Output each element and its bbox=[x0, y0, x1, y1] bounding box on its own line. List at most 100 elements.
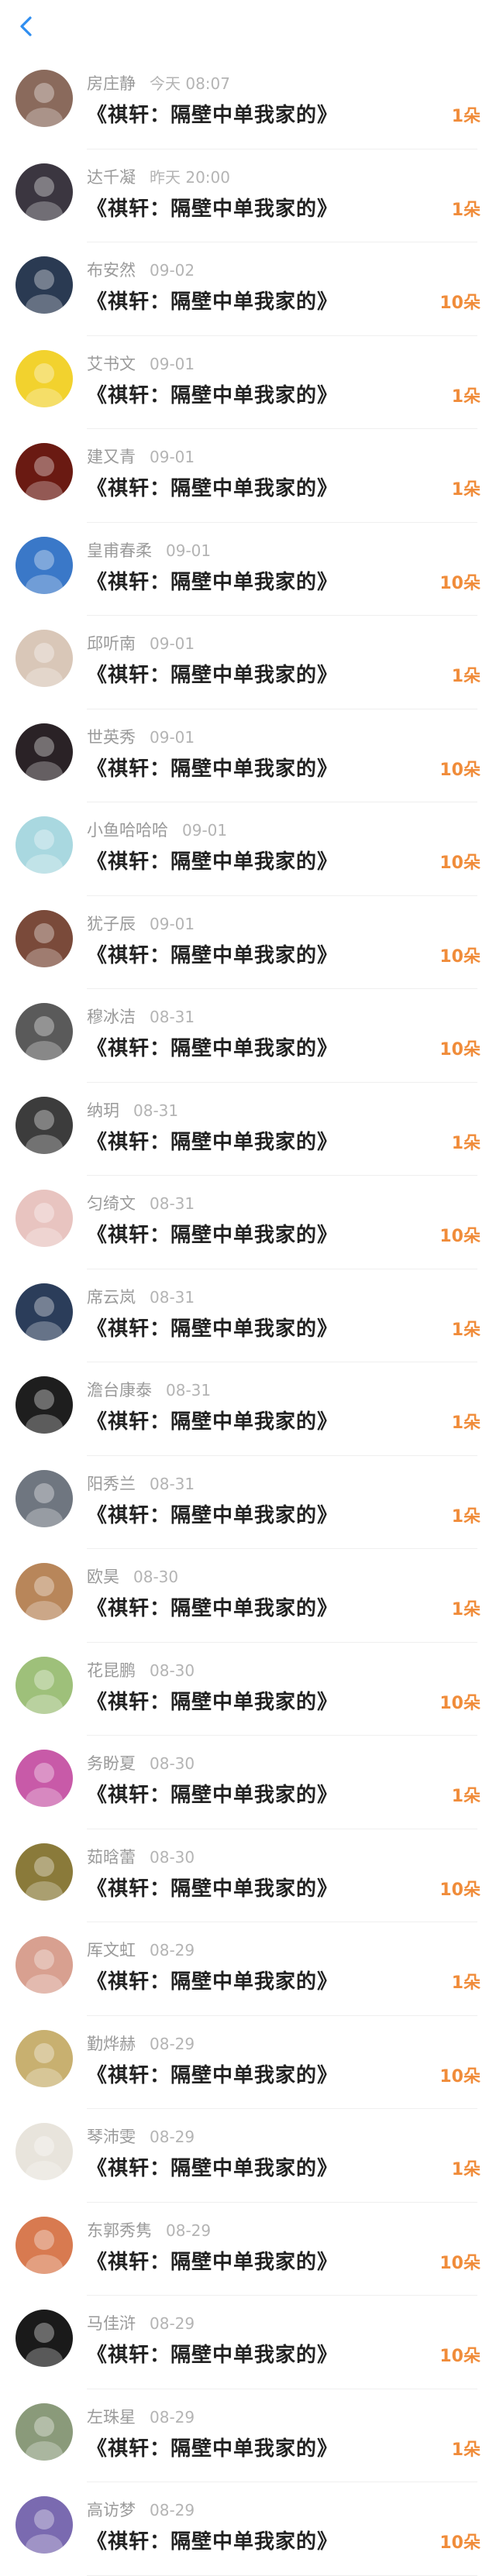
timestamp: 08-31 bbox=[166, 1381, 212, 1400]
avatar[interactable] bbox=[16, 536, 73, 594]
list-item[interactable]: 高访梦 08-29 《祺轩：隔壁中单我家的》 10朵 bbox=[0, 2482, 496, 2576]
sender-name: 邱听南 bbox=[87, 634, 136, 653]
avatar[interactable] bbox=[16, 1469, 73, 1527]
list-item[interactable]: 小鱼哈哈哈 09-01 《祺轩：隔壁中单我家的》 10朵 bbox=[0, 802, 496, 896]
avatar[interactable] bbox=[16, 256, 73, 314]
list-item[interactable]: 席云岚 08-31 《祺轩：隔壁中单我家的》 1朵 bbox=[0, 1269, 496, 1363]
list-item[interactable]: 阳秀兰 08-31 《祺轩：隔壁中单我家的》 1朵 bbox=[0, 1456, 496, 1550]
avatar[interactable] bbox=[16, 349, 73, 407]
timestamp: 08-29 bbox=[150, 2314, 195, 2333]
flower-count: 10朵 bbox=[439, 1693, 480, 1713]
timestamp: 08-29 bbox=[166, 2221, 212, 2240]
list-item[interactable]: 匀绮文 08-31 《祺轩：隔壁中单我家的》 10朵 bbox=[0, 1176, 496, 1269]
meta-row: 东郭秀隽 08-29 bbox=[87, 2218, 211, 2240]
flower-count: 10朵 bbox=[439, 2347, 480, 2366]
book-title: 《祺轩：隔壁中单我家的》 bbox=[87, 2437, 339, 2461]
list-item[interactable]: 琴沛雯 08-29 《祺轩：隔壁中单我家的》 1朵 bbox=[0, 2109, 496, 2203]
list-item[interactable]: 穆冰洁 08-31 《祺轩：隔壁中单我家的》 10朵 bbox=[0, 989, 496, 1083]
list-item[interactable]: 务盼夏 08-30 《祺轩：隔壁中单我家的》 1朵 bbox=[0, 1736, 496, 1829]
flower-count: 1朵 bbox=[451, 200, 480, 220]
list-item[interactable]: 勤烨赫 08-29 《祺轩：隔壁中单我家的》 10朵 bbox=[0, 2016, 496, 2110]
list-item[interactable]: 房庄静 今天 08:07 《祺轩：隔壁中单我家的》 1朵 bbox=[0, 56, 496, 149]
timestamp: 08-29 bbox=[150, 2128, 195, 2146]
timestamp: 08-30 bbox=[150, 1847, 195, 1867]
flower-count: 10朵 bbox=[439, 294, 480, 313]
avatar[interactable] bbox=[16, 2403, 73, 2461]
back-button[interactable] bbox=[11, 11, 42, 42]
meta-row: 犹子辰 09-01 bbox=[87, 912, 195, 933]
meta-row: 阳秀兰 08-31 bbox=[87, 1472, 195, 1493]
list-item[interactable]: 犹子辰 09-01 《祺轩：隔壁中单我家的》 10朵 bbox=[0, 896, 496, 990]
avatar[interactable] bbox=[16, 443, 73, 500]
list-item[interactable]: 花昆鹏 08-30 《祺轩：隔壁中单我家的》 10朵 bbox=[0, 1643, 496, 1736]
avatar[interactable] bbox=[16, 1843, 73, 1901]
avatar[interactable] bbox=[16, 2310, 73, 2367]
flower-count: 1朵 bbox=[451, 2440, 480, 2460]
timestamp: 08-29 bbox=[150, 2501, 195, 2519]
book-title: 《祺轩：隔壁中单我家的》 bbox=[87, 2344, 339, 2367]
meta-row: 纳玥 08-31 bbox=[87, 1098, 178, 1120]
sender-name: 犹子辰 bbox=[87, 914, 136, 933]
list-item[interactable]: 纳玥 08-31 《祺轩：隔壁中单我家的》 1朵 bbox=[0, 1083, 496, 1176]
list-item[interactable]: 皇甫春柔 09-01 《祺轩：隔壁中单我家的》 10朵 bbox=[0, 523, 496, 617]
flower-count: 1朵 bbox=[451, 1320, 480, 1340]
list-item[interactable]: 马佳浒 08-29 《祺轩：隔壁中单我家的》 10朵 bbox=[0, 2296, 496, 2389]
timestamp: 08-29 bbox=[150, 2034, 195, 2053]
sender-name: 阳秀兰 bbox=[87, 1474, 136, 1493]
flower-count: 1朵 bbox=[451, 1133, 480, 1153]
avatar[interactable] bbox=[16, 909, 73, 967]
book-title: 《祺轩：隔壁中单我家的》 bbox=[87, 2157, 339, 2180]
avatar[interactable] bbox=[16, 2216, 73, 2274]
meta-row: 勤烨赫 08-29 bbox=[87, 2032, 195, 2053]
timestamp: 08-29 bbox=[150, 1941, 195, 1959]
sender-name: 世英秀 bbox=[87, 727, 136, 747]
meta-row: 马佳浒 08-29 bbox=[87, 2311, 195, 2333]
avatar[interactable] bbox=[16, 816, 73, 874]
avatar[interactable] bbox=[16, 70, 73, 127]
meta-row: 琴沛雯 08-29 bbox=[87, 2124, 195, 2146]
avatar[interactable] bbox=[16, 163, 73, 221]
list-item[interactable]: 左珠星 08-29 《祺轩：隔壁中单我家的》 1朵 bbox=[0, 2389, 496, 2483]
list-item[interactable]: 欧昊 08-30 《祺轩：隔壁中单我家的》 1朵 bbox=[0, 1549, 496, 1643]
list-item[interactable]: 建又青 09-01 《祺轩：隔壁中单我家的》 1朵 bbox=[0, 429, 496, 523]
list-item[interactable]: 世英秀 09-01 《祺轩：隔壁中单我家的》 10朵 bbox=[0, 709, 496, 803]
list-item[interactable]: 邱听南 09-01 《祺轩：隔壁中单我家的》 1朵 bbox=[0, 616, 496, 709]
avatar[interactable] bbox=[16, 1936, 73, 1994]
avatar[interactable] bbox=[16, 1003, 73, 1060]
timestamp: 09-01 bbox=[150, 914, 195, 933]
avatar[interactable] bbox=[16, 1190, 73, 1247]
flower-count: 10朵 bbox=[439, 1040, 480, 1060]
avatar[interactable] bbox=[16, 2496, 73, 2554]
list-item[interactable]: 布安然 09-02 《祺轩：隔壁中单我家的》 10朵 bbox=[0, 242, 496, 336]
sender-name: 建又青 bbox=[87, 448, 136, 466]
list-item[interactable]: 茹晗蕾 08-30 《祺轩：隔壁中单我家的》 10朵 bbox=[0, 1829, 496, 1923]
list-item[interactable]: 厍文虹 08-29 《祺轩：隔壁中单我家的》 1朵 bbox=[0, 1922, 496, 2016]
timestamp: 08-31 bbox=[133, 1101, 179, 1120]
flower-count: 1朵 bbox=[451, 107, 480, 126]
timestamp: 08-31 bbox=[150, 1474, 195, 1493]
timestamp: 08-29 bbox=[150, 2407, 195, 2427]
avatar[interactable] bbox=[16, 1656, 73, 1714]
list-item[interactable]: 东郭秀隽 08-29 《祺轩：隔壁中单我家的》 10朵 bbox=[0, 2203, 496, 2296]
avatar[interactable] bbox=[16, 1750, 73, 1807]
flower-count: 1朵 bbox=[451, 1413, 480, 1433]
avatar[interactable] bbox=[16, 1563, 73, 1620]
avatar[interactable] bbox=[16, 1283, 73, 1341]
avatar[interactable] bbox=[16, 723, 73, 781]
list-item[interactable]: 达千凝 昨天 20:00 《祺轩：隔壁中单我家的》 1朵 bbox=[0, 149, 496, 243]
avatar[interactable] bbox=[16, 1376, 73, 1434]
avatar[interactable] bbox=[16, 630, 73, 687]
avatar[interactable] bbox=[16, 1096, 73, 1154]
sender-name: 穆冰洁 bbox=[87, 1008, 136, 1026]
sender-name: 纳玥 bbox=[87, 1101, 119, 1120]
sender-name: 小鱼哈哈哈 bbox=[87, 821, 168, 840]
avatar[interactable] bbox=[16, 2123, 73, 2180]
book-title: 《祺轩：隔壁中单我家的》 bbox=[87, 1037, 339, 1060]
meta-row: 茹晗蕾 08-30 bbox=[87, 1845, 195, 1867]
list-item[interactable]: 澹台康泰 08-31 《祺轩：隔壁中单我家的》 1朵 bbox=[0, 1362, 496, 1456]
list-item[interactable]: 艾书文 09-01 《祺轩：隔壁中单我家的》 1朵 bbox=[0, 336, 496, 430]
timestamp: 08-30 bbox=[133, 1568, 179, 1586]
sender-name: 勤烨赫 bbox=[87, 2034, 136, 2053]
avatar[interactable] bbox=[16, 2029, 73, 2087]
timestamp: 09-01 bbox=[182, 821, 228, 840]
